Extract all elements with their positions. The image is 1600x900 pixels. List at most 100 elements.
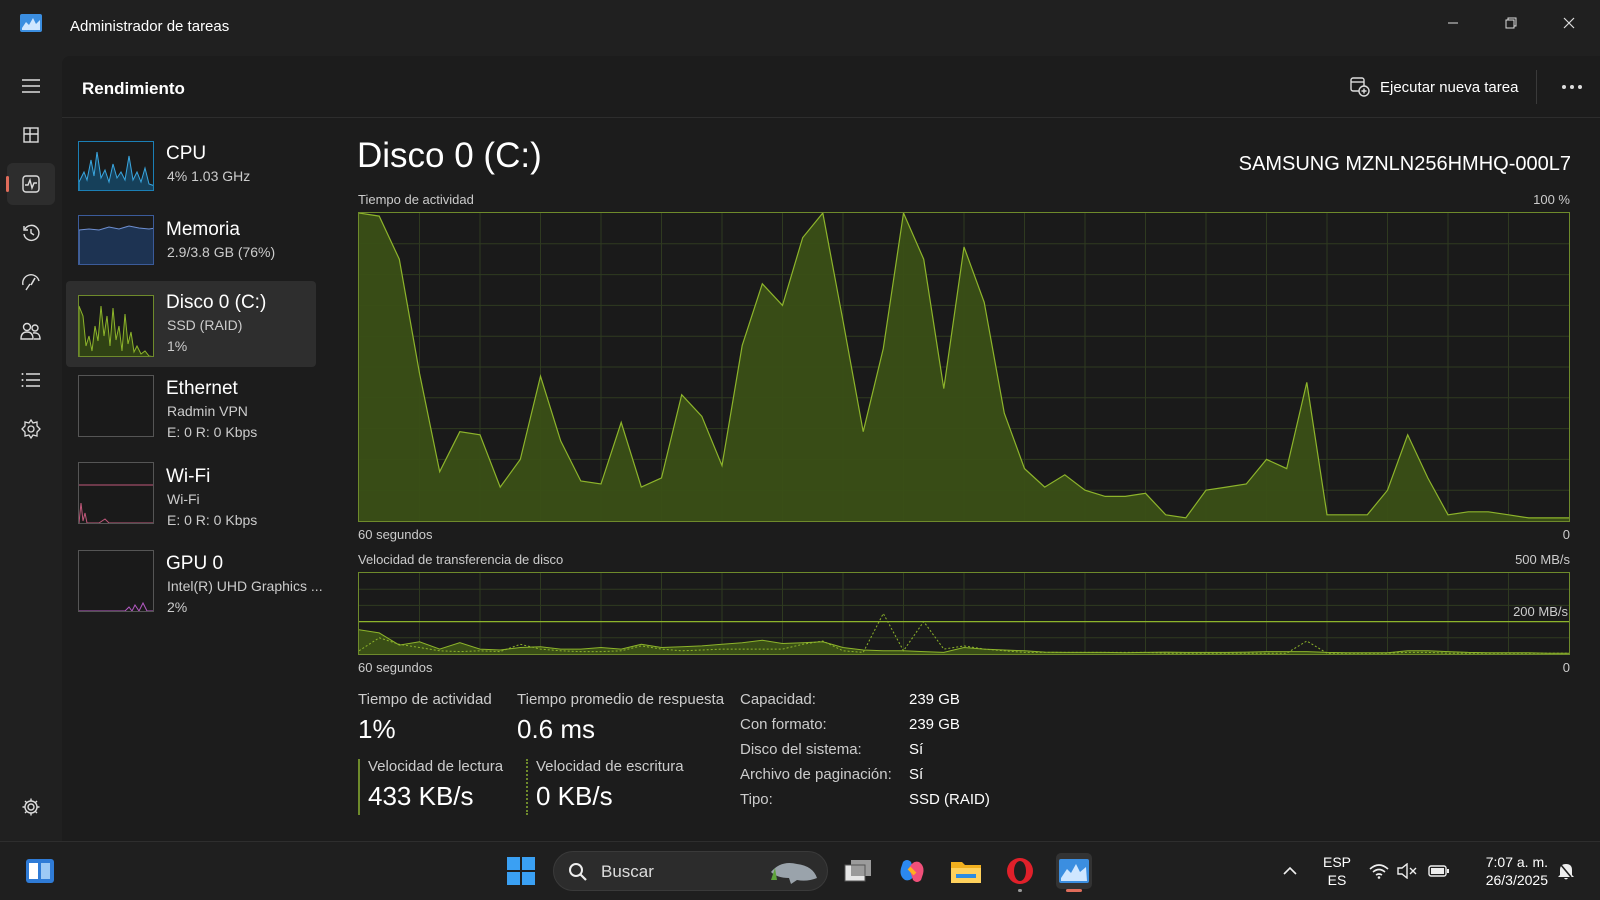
volume-muted-icon xyxy=(1397,863,1417,879)
nav-services[interactable] xyxy=(7,408,55,450)
nav-users[interactable] xyxy=(7,310,55,352)
perf-item-usage: 1% xyxy=(167,338,188,354)
battery-tray-button[interactable] xyxy=(1426,853,1452,889)
gpu-thumbnail xyxy=(78,550,154,612)
nav-performance[interactable] xyxy=(6,163,55,205)
active-time-value: 1% xyxy=(358,714,396,744)
prop-label: Con formato: xyxy=(740,716,827,733)
prop-value: 239 GB xyxy=(909,691,960,708)
volume-tray-button[interactable] xyxy=(1396,853,1418,889)
taskbar-search[interactable]: Buscar xyxy=(553,851,828,891)
search-placeholder: Buscar xyxy=(601,862,654,881)
perf-item-detail: Wi-Fi xyxy=(167,491,200,507)
active-time-label: Tiempo de actividad xyxy=(358,691,492,708)
gear-icon xyxy=(22,798,40,816)
task-view-icon xyxy=(844,860,871,882)
hamburger-icon xyxy=(22,79,40,93)
navigation-rail xyxy=(0,56,62,841)
read-speed-label: Velocidad de lectura xyxy=(368,758,504,775)
taskbar: Buscar ESP ES 7:07 a. m. 26/3/2025 xyxy=(0,841,1600,900)
chevron-up-icon xyxy=(1283,866,1297,875)
transfer-rate-chart xyxy=(358,572,1570,655)
nav-settings[interactable] xyxy=(7,786,55,828)
window-title: Administrador de tareas xyxy=(70,18,230,35)
start-button[interactable] xyxy=(503,853,539,889)
page-header: Rendimiento Ejecutar nueva tarea xyxy=(62,56,1600,118)
nav-details[interactable] xyxy=(7,359,55,401)
active-indicator xyxy=(1066,889,1082,892)
processes-icon xyxy=(23,127,39,143)
more-icon xyxy=(1562,85,1582,89)
header-divider xyxy=(1536,70,1537,104)
chart2-x-left-label: 60 segundos xyxy=(358,660,433,675)
title-bar: Administrador de tareas xyxy=(0,0,1600,56)
wifi-tray-button[interactable] xyxy=(1368,853,1390,889)
minimize-button[interactable] xyxy=(1430,6,1476,40)
chart2-x-right-label: 0 xyxy=(1562,660,1570,675)
keyboard-layout: ES xyxy=(1327,872,1347,888)
widgets-button[interactable] xyxy=(22,853,58,889)
response-time-value: 0.6 ms xyxy=(517,714,596,744)
chart1-max-label: 100 % xyxy=(1533,192,1570,207)
disk-title: Disco 0 (C:) xyxy=(357,136,542,175)
chart2-label: Velocidad de transferencia de disco xyxy=(358,552,564,567)
copilot-button[interactable] xyxy=(894,853,930,889)
task-view-button[interactable] xyxy=(840,853,876,889)
read-speed-value: 433 KB/s xyxy=(368,781,474,811)
perf-item-name: Ethernet xyxy=(166,378,238,399)
perf-item-ethernet[interactable]: Ethernet Radmin VPN E: 0 R: 0 Kbps xyxy=(66,368,316,454)
task-manager-app-icon xyxy=(20,14,42,32)
page-title: Rendimiento xyxy=(82,79,185,98)
task-manager-taskbar-button[interactable] xyxy=(1056,853,1092,892)
close-icon xyxy=(1563,17,1575,29)
perf-item-wifi[interactable]: Wi-Fi Wi-Fi E: 0 R: 0 Kbps xyxy=(66,456,316,542)
perf-item-name: CPU xyxy=(166,143,207,164)
nav-app-history[interactable] xyxy=(7,212,55,254)
perf-item-detail: Intel(R) UHD Graphics ... xyxy=(167,578,323,594)
prop-value: Sí xyxy=(909,766,924,783)
running-indicator xyxy=(1018,889,1022,892)
show-hidden-icons-button[interactable] xyxy=(1272,853,1308,889)
prop-value: Sí xyxy=(909,741,924,758)
notifications-button[interactable] xyxy=(1552,853,1580,889)
opera-browser-button[interactable] xyxy=(1002,853,1038,892)
file-explorer-button[interactable] xyxy=(948,853,984,889)
restore-button[interactable] xyxy=(1488,6,1534,40)
perf-item-cpu[interactable]: CPU 4% 1.03 GHz xyxy=(66,133,316,219)
minimize-icon xyxy=(1448,22,1458,24)
chart1-x-right-label: 0 xyxy=(1562,527,1570,542)
perf-item-name: Memoria xyxy=(166,219,240,240)
prop-label: Tipo: xyxy=(740,791,773,808)
users-icon xyxy=(20,322,41,340)
search-icon xyxy=(569,863,587,881)
windows-logo-icon xyxy=(507,857,535,885)
ethernet-thumbnail xyxy=(78,375,154,437)
copilot-icon xyxy=(900,860,924,882)
clock-date: 26/3/2025 xyxy=(1485,872,1548,888)
memory-thumbnail xyxy=(78,215,154,265)
prop-value: SSD (RAID) xyxy=(909,791,990,808)
perf-item-disk-0[interactable]: Disco 0 (C:) SSD (RAID) 1% xyxy=(66,281,316,367)
read-speed-legend-line xyxy=(358,759,360,815)
perf-item-usage: 2% xyxy=(167,599,188,615)
search-highlight-icon xyxy=(771,863,817,884)
chart2-grid xyxy=(359,573,1569,654)
language-code: ESP xyxy=(1322,854,1351,870)
task-manager-icon xyxy=(1059,859,1089,883)
battery-icon xyxy=(1428,865,1449,877)
run-new-task-button[interactable]: Ejecutar nueva tarea xyxy=(1350,74,1518,100)
close-button[interactable] xyxy=(1546,6,1592,40)
nav-menu-button[interactable] xyxy=(7,65,55,107)
cpu-thumbnail xyxy=(78,141,154,191)
perf-item-throughput: E: 0 R: 0 Kbps xyxy=(167,512,258,528)
perf-item-gpu-0[interactable]: GPU 0 Intel(R) UHD Graphics ... 2% xyxy=(66,543,323,629)
clock[interactable]: 7:07 a. m. 26/3/2025 xyxy=(1468,852,1548,892)
perf-item-detail: Radmin VPN xyxy=(167,403,248,419)
write-speed-label: Velocidad de escritura xyxy=(536,758,684,775)
nav-startup-apps[interactable] xyxy=(7,261,55,303)
nav-processes[interactable] xyxy=(7,114,55,156)
prop-label: Archivo de paginación: xyxy=(740,766,892,783)
more-options-button[interactable] xyxy=(1554,74,1590,100)
perf-item-detail: 4% 1.03 GHz xyxy=(167,168,251,184)
language-indicator[interactable]: ESP ES xyxy=(1312,852,1362,892)
